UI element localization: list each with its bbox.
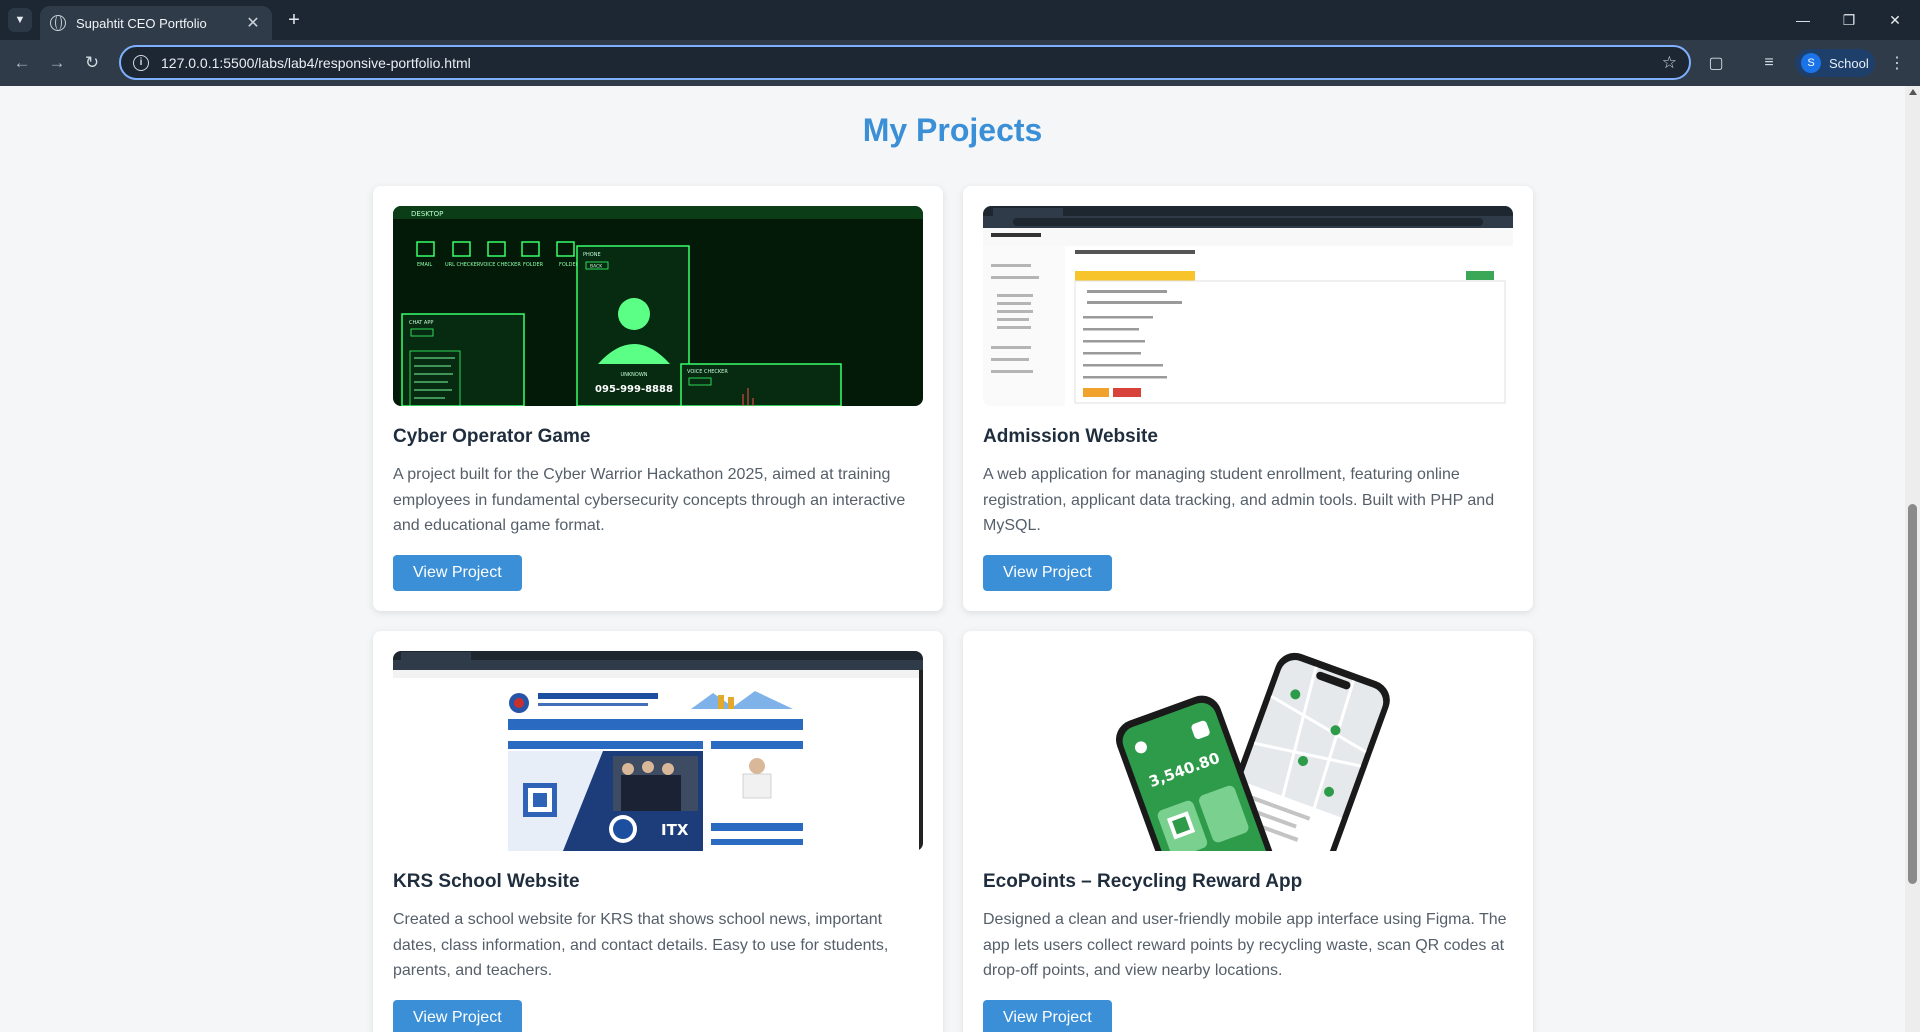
arrow-right-icon: → (48, 53, 66, 72)
project-card: DESKTOP EMAIL URL CHECKER VOICE CHECKER … (373, 186, 943, 611)
profile-button[interactable]: S School (1795, 49, 1875, 77)
view-project-button[interactable]: View Project (393, 999, 522, 1032)
project-thumbnail (983, 206, 1513, 406)
project-card: Admission Website A web application for … (963, 186, 1533, 611)
project-thumbnail: DESKTOP EMAIL URL CHECKER VOICE CHECKER … (393, 206, 923, 406)
puzzle-icon: ▢ (1708, 55, 1724, 72)
school-website-screenshot: ITX (393, 651, 923, 851)
cyber-game-screenshot: DESKTOP EMAIL URL CHECKER VOICE CHECKER … (393, 206, 923, 406)
desktop-label: DESKTOP (411, 210, 443, 218)
address-bar[interactable]: i 127.0.0.1:5500/labs/lab4/responsive-po… (119, 45, 1691, 80)
avatar: S (1801, 53, 1821, 73)
arrow-left-icon: ← (13, 53, 31, 72)
page-viewport: My Projects DESKTOP EMAIL URL CHECKER VO… (0, 86, 1905, 1032)
profile-label: School (1829, 55, 1869, 71)
restore-button[interactable]: ❐ (1826, 0, 1872, 40)
playlist-icon: ≡ (1764, 54, 1774, 71)
globe-icon (50, 15, 66, 31)
project-description: Designed a clean and user-friendly mobil… (983, 911, 1507, 979)
tab-title: Supahtit CEO Portfolio (76, 15, 207, 31)
reload-icon: ↻ (84, 53, 100, 72)
project-description: A web application for managing student e… (983, 466, 1495, 534)
extensions-button[interactable]: ▢ (1704, 51, 1728, 75)
desktop-icon-label: VOICE CHECKER (480, 262, 521, 268)
project-thumbnail: 3,540.80 (983, 651, 1513, 851)
voice-checker-title: VOICE CHECKER (687, 369, 728, 375)
desktop-icon-label: URL CHECKER (445, 262, 481, 268)
project-description: Created a school website for KRS that sh… (393, 911, 889, 979)
star-icon[interactable]: ☆ (1662, 53, 1677, 73)
back-button[interactable]: ← (10, 51, 34, 75)
view-project-button[interactable]: View Project (983, 554, 1112, 591)
page-scrollbar[interactable] (1905, 86, 1920, 1032)
desktop-icon-label: EMAIL (417, 262, 432, 268)
browser-toolbar: ← → ↻ i 127.0.0.1:5500/labs/lab4/respons… (0, 40, 1920, 86)
scroll-up-arrow-icon[interactable] (1909, 89, 1917, 95)
info-icon[interactable]: i (133, 54, 149, 71)
admission-website-screenshot (983, 206, 1513, 406)
project-card: ITX KRS School Website Created a school … (373, 631, 943, 1032)
restore-icon: ❐ (1842, 11, 1856, 28)
reload-button[interactable]: ↻ (80, 51, 104, 75)
plus-icon: + (288, 8, 300, 31)
scrollbar-thumb[interactable] (1908, 504, 1917, 884)
new-tab-button[interactable]: + (282, 8, 306, 32)
close-icon: ✕ (1889, 11, 1901, 28)
phone-window-title: PHONE (583, 252, 601, 258)
project-title: EcoPoints – Recycling Reward App (983, 871, 1303, 892)
section-title: My Projects (862, 112, 1043, 148)
desktop-icon-label: FOLDER (523, 262, 544, 268)
caller-label: UNKNOWN (620, 372, 647, 378)
chat-app-title: CHAT APP (409, 320, 433, 326)
phone-number: 095-999-8888 (595, 384, 673, 395)
ecopoints-app-mockup: 3,540.80 (983, 651, 1513, 851)
forward-button[interactable]: → (45, 51, 69, 75)
project-title: Cyber Operator Game (393, 426, 591, 447)
minimize-button[interactable]: — (1780, 0, 1826, 40)
tab-search-button[interactable]: ▼ (8, 8, 32, 32)
project-title: Admission Website (983, 426, 1158, 447)
media-controls-button[interactable]: ≡ (1757, 51, 1781, 75)
project-title: KRS School Website (393, 871, 580, 892)
window-close-button[interactable]: ✕ (1872, 0, 1918, 40)
browser-menu-button[interactable]: ⋮ (1885, 51, 1909, 75)
address-url[interactable]: 127.0.0.1:5500/labs/lab4/responsive-port… (161, 55, 1662, 71)
itx-badge: ITX (661, 821, 689, 839)
project-thumbnail: ITX (393, 651, 923, 851)
close-icon[interactable]: ✕ (244, 13, 262, 33)
more-vertical-icon: ⋮ (1889, 55, 1905, 72)
chevron-down-icon: ▼ (14, 14, 26, 26)
project-description: A project built for the Cyber Warrior Ha… (393, 466, 906, 534)
browser-tab-strip: ▼ Supahtit CEO Portfolio ✕ + — ❐ ✕ (0, 0, 1920, 40)
view-project-button[interactable]: View Project (393, 554, 522, 591)
browser-tab-active[interactable]: Supahtit CEO Portfolio ✕ (40, 6, 272, 40)
view-project-button[interactable]: View Project (983, 999, 1112, 1032)
project-card: 3,540.80 EcoPoints – Recycling Reward Ap… (963, 631, 1533, 1032)
back-label: BACK (590, 264, 603, 270)
minimize-icon: — (1796, 12, 1810, 28)
